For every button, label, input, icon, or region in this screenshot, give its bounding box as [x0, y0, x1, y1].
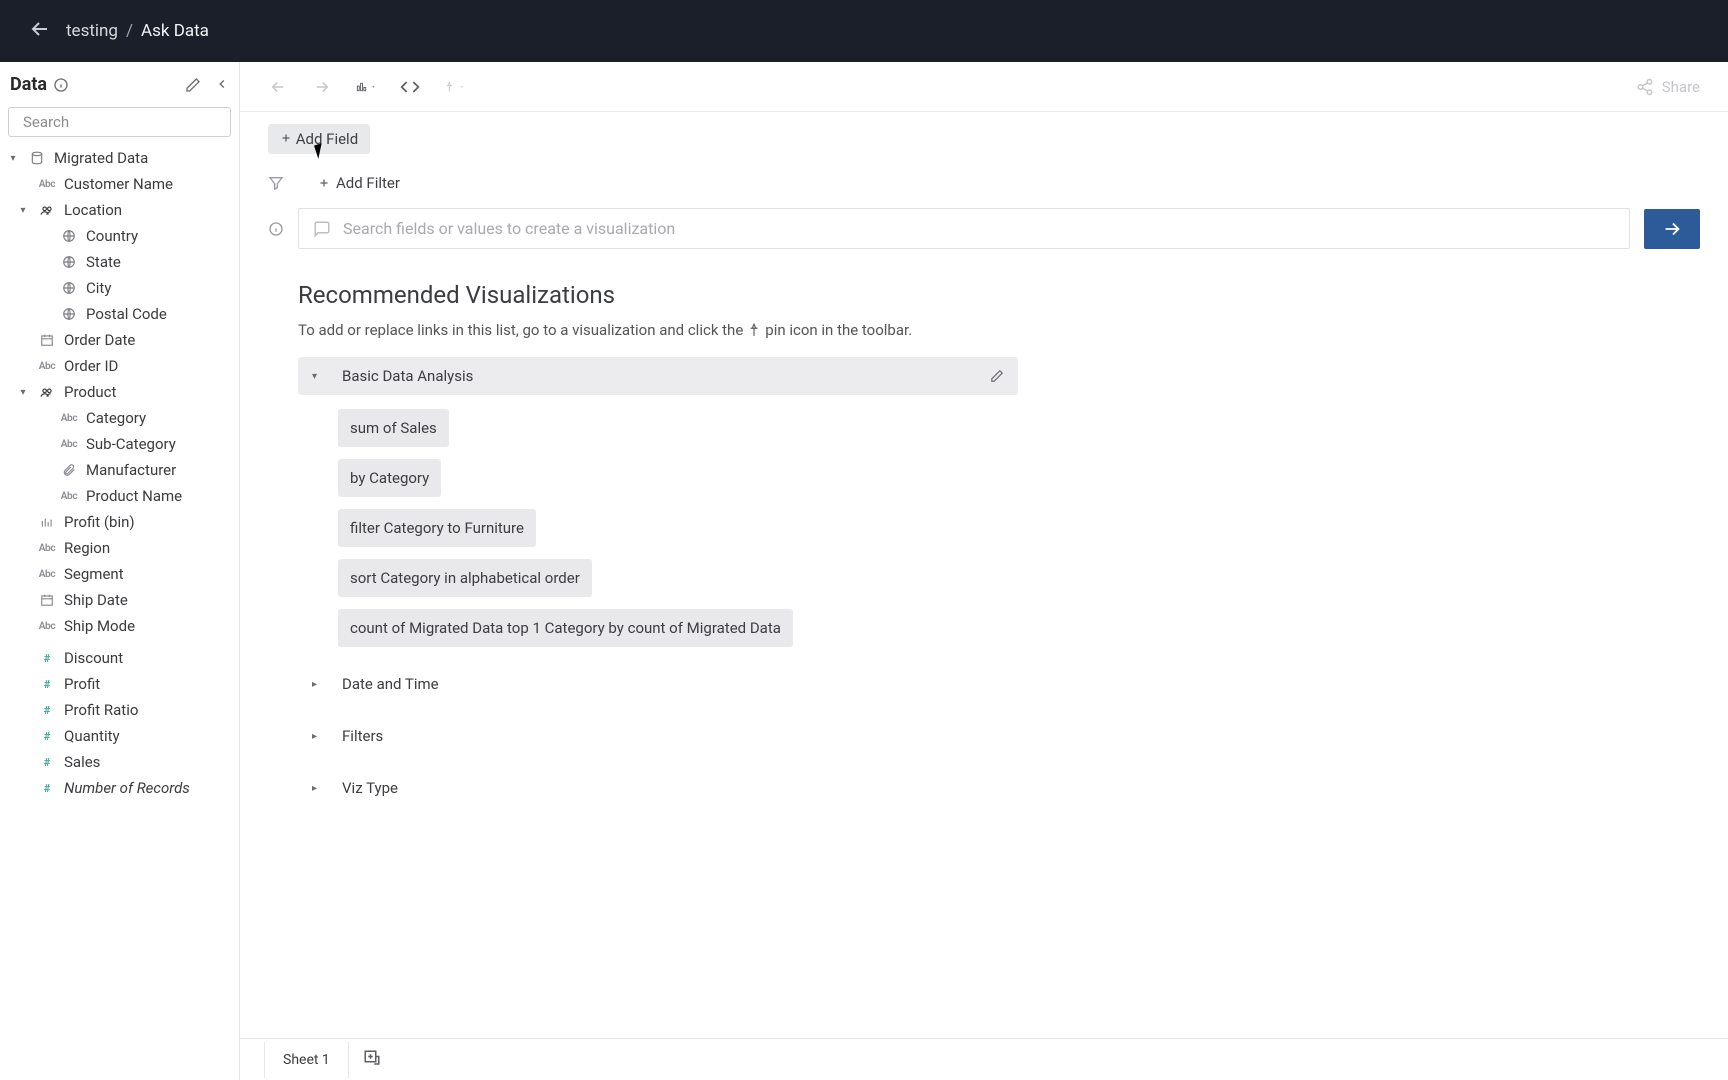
- recommended-title: Recommended Visualizations: [298, 281, 1670, 309]
- recommended-subtitle: To add or replace links in this list, go…: [298, 321, 1670, 339]
- sheet-tabs: Sheet 1: [240, 1038, 1728, 1080]
- search-input[interactable]: [8, 107, 231, 137]
- info-icon[interactable]: [268, 221, 284, 237]
- redo-icon: [312, 77, 332, 97]
- collapse-panel-icon[interactable]: [215, 77, 229, 91]
- field-item[interactable]: #Number of Records: [0, 775, 239, 801]
- field-item[interactable]: ▾Location: [0, 197, 239, 223]
- acc-section-label: Basic Data Analysis: [342, 367, 473, 385]
- field-item[interactable]: ▾Product: [0, 379, 239, 405]
- suggestion-pill[interactable]: sort Category in alphabetical order: [338, 559, 592, 597]
- datasource-root[interactable]: ▾Migrated Data: [0, 145, 239, 171]
- pin-icon: [747, 323, 761, 337]
- ask-data-input[interactable]: [298, 208, 1630, 249]
- sheet-tab[interactable]: Sheet 1: [264, 1042, 349, 1078]
- field-item[interactable]: State: [0, 249, 239, 275]
- field-item[interactable]: City: [0, 275, 239, 301]
- back-arrow-icon[interactable]: [28, 17, 52, 45]
- data-panel-header: Data: [0, 62, 239, 103]
- acc-section-viztype[interactable]: ▸ Viz Type: [298, 769, 1670, 807]
- code-icon[interactable]: [400, 77, 420, 97]
- chat-icon: [313, 220, 331, 238]
- field-item[interactable]: AbcRegion: [0, 535, 239, 561]
- breadcrumb-separator: /: [126, 21, 133, 41]
- acc-section-filters[interactable]: ▸ Filters: [298, 717, 1670, 755]
- add-filter-label: Add Filter: [336, 174, 400, 192]
- add-field-label: Add Field: [296, 130, 358, 148]
- edit-icon[interactable]: [990, 369, 1004, 383]
- field-item[interactable]: AbcProduct Name: [0, 483, 239, 509]
- field-item[interactable]: AbcCategory: [0, 405, 239, 431]
- field-item[interactable]: Ship Date: [0, 587, 239, 613]
- field-item[interactable]: AbcSub-Category: [0, 431, 239, 457]
- chevron-right-icon: ▸: [312, 783, 324, 794]
- data-panel-title: Data: [10, 74, 47, 95]
- breadcrumb-current: Ask Data: [141, 21, 209, 41]
- pin-dropdown: [444, 77, 464, 97]
- chevron-down-icon: [371, 83, 376, 91]
- plus-icon: [318, 177, 330, 189]
- acc-section-date[interactable]: ▸ Date and Time: [298, 665, 1670, 703]
- main-area: Share Add Field Add Filter: [240, 62, 1728, 1080]
- field-item[interactable]: Profit (bin): [0, 509, 239, 535]
- undo-icon: [268, 77, 288, 97]
- info-icon[interactable]: [53, 77, 69, 93]
- share-icon: [1636, 78, 1654, 96]
- plus-icon: [280, 132, 292, 144]
- field-item[interactable]: AbcOrder ID: [0, 353, 239, 379]
- acc-section-basic[interactable]: ▾ Basic Data Analysis: [298, 357, 1018, 395]
- breadcrumb: testing / Ask Data: [66, 21, 209, 41]
- add-field-button[interactable]: Add Field: [268, 124, 370, 154]
- viz-type-dropdown[interactable]: [356, 77, 376, 97]
- ask-data-field[interactable]: [343, 219, 1615, 238]
- suggestion-pill[interactable]: count of Migrated Data top 1 Category by…: [338, 609, 793, 647]
- field-item[interactable]: #Profit Ratio: [0, 697, 239, 723]
- suggestion-pill[interactable]: filter Category to Furniture: [338, 509, 536, 547]
- acc-section-label: Viz Type: [342, 779, 398, 797]
- field-item[interactable]: #Profit: [0, 671, 239, 697]
- chevron-right-icon: ▸: [312, 679, 324, 690]
- filter-icon: [268, 175, 284, 191]
- field-item[interactable]: #Discount: [0, 645, 239, 671]
- field-item[interactable]: Country: [0, 223, 239, 249]
- arrow-right-icon: [1661, 218, 1683, 240]
- submit-button[interactable]: [1644, 209, 1700, 249]
- field-item[interactable]: AbcSegment: [0, 561, 239, 587]
- edit-icon[interactable]: [185, 77, 201, 93]
- search-field[interactable]: [23, 113, 222, 131]
- field-item[interactable]: Order Date: [0, 327, 239, 353]
- acc-section-label: Date and Time: [342, 675, 439, 693]
- share-label: Share: [1662, 78, 1700, 96]
- field-item[interactable]: Manufacturer: [0, 457, 239, 483]
- data-panel: Data ▾Migrated DataAbcCustomer Name▾Loca…: [0, 62, 240, 1080]
- field-item[interactable]: AbcShip Mode: [0, 613, 239, 639]
- top-bar: testing / Ask Data: [0, 0, 1728, 62]
- add-filter-button[interactable]: Add Filter: [306, 168, 412, 198]
- chevron-down-icon: ▾: [312, 371, 324, 382]
- field-item[interactable]: Postal Code: [0, 301, 239, 327]
- suggestion-pill[interactable]: sum of Sales: [338, 409, 449, 447]
- field-item[interactable]: #Sales: [0, 749, 239, 775]
- share-button: Share: [1636, 78, 1700, 96]
- new-sheet-button[interactable]: [363, 1049, 381, 1071]
- main-toolbar: Share: [240, 62, 1728, 112]
- field-item[interactable]: #Quantity: [0, 723, 239, 749]
- breadcrumb-project[interactable]: testing: [66, 21, 118, 41]
- field-item[interactable]: AbcCustomer Name: [0, 171, 239, 197]
- chevron-right-icon: ▸: [312, 731, 324, 742]
- acc-section-label: Filters: [342, 727, 383, 745]
- suggestion-pill[interactable]: by Category: [338, 459, 441, 497]
